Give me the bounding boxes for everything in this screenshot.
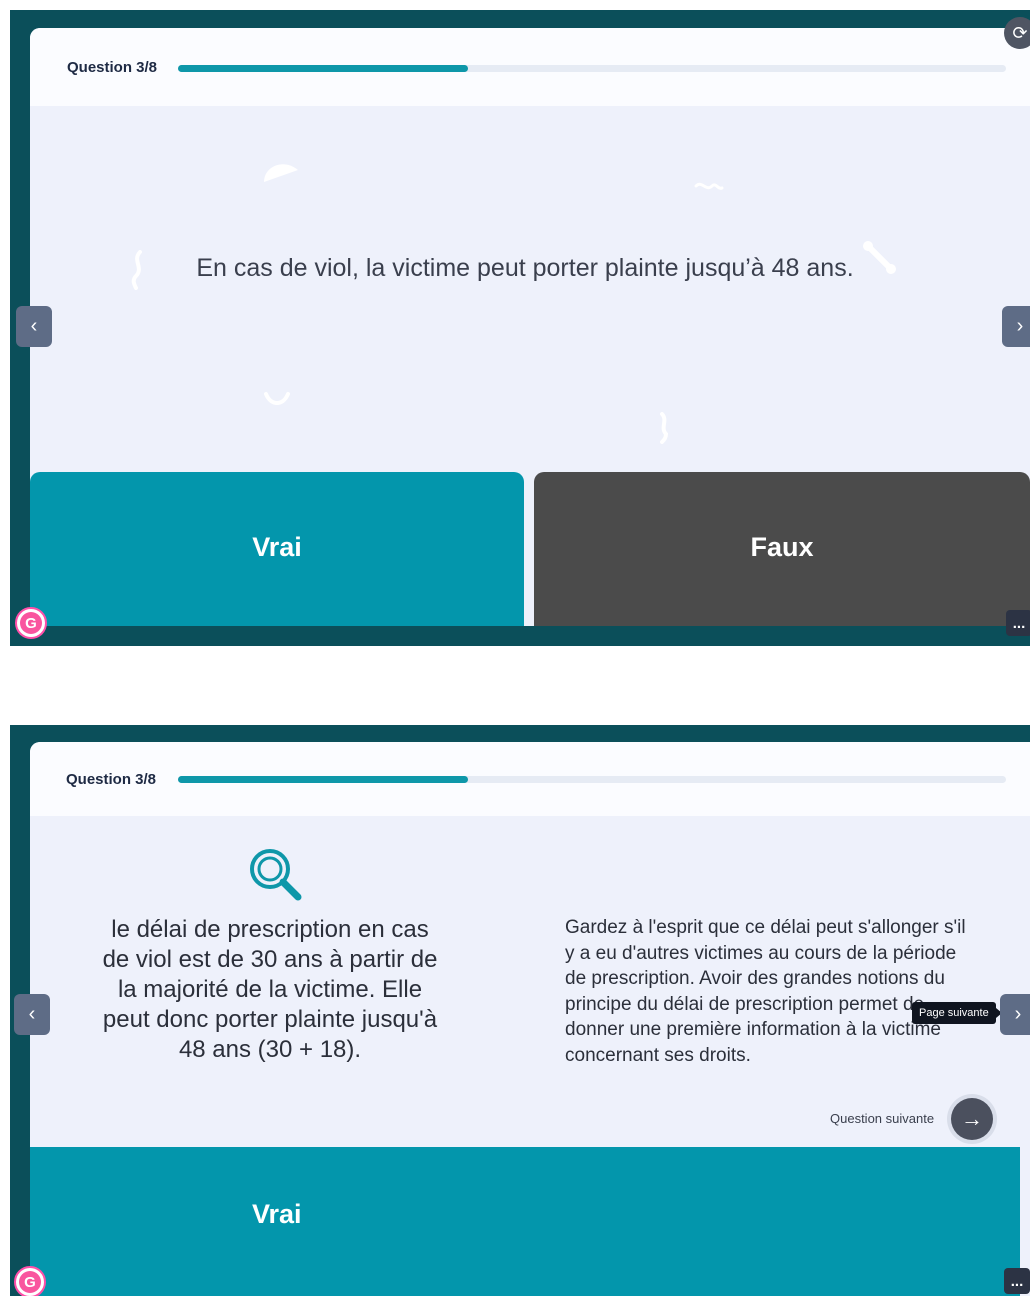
question-panel: Question 3/8 En cas de viol, la victime … — [10, 10, 1030, 646]
fullscreen-button[interactable]: ⟳ — [1004, 17, 1030, 49]
question-statement: En cas de viol, la victime peut porter p… — [196, 254, 854, 282]
question-card: Question 3/8 En cas de viol, la victime … — [30, 28, 1030, 626]
feedback-note: Gardez à l'esprit que ce délai peut s'al… — [565, 917, 966, 1066]
logo-letter: G — [19, 1271, 41, 1293]
answer-false-label: Faux — [750, 532, 814, 562]
next-question-button[interactable]: → — [951, 1098, 993, 1140]
more-options-button[interactable]: ... — [1004, 1268, 1030, 1294]
question-header: Question 3/8 — [30, 28, 1030, 106]
more-dots-icon: ... — [1012, 614, 1026, 632]
more-options-button[interactable]: ... — [1006, 610, 1030, 636]
answer-true-label: Vrai — [252, 532, 302, 562]
progress-bar — [178, 65, 1006, 72]
chevron-right-icon: › — [1016, 315, 1024, 337]
confetti-squiggle-icon — [131, 250, 142, 290]
previous-page-button[interactable]: ‹ — [14, 994, 50, 1035]
question-counter: Question 3/8 — [66, 771, 157, 788]
fullscreen-icon: ⟳ — [1012, 22, 1028, 43]
confetti-blob-icon — [264, 164, 298, 182]
feedback-explanation: le délai de prescription en cas de viol … — [102, 916, 438, 1063]
more-dots-icon: ... — [1010, 1272, 1024, 1290]
magnifier-icon — [250, 849, 302, 901]
confetti-wave-icon — [694, 182, 724, 190]
progress-fill — [178, 65, 468, 72]
chevron-right-icon: › — [1014, 1003, 1022, 1025]
progress-bar — [178, 776, 1006, 783]
confetti-curl-icon — [660, 412, 669, 444]
genially-logo[interactable]: G — [14, 1266, 46, 1296]
answer-true-button[interactable]: Vrai — [30, 1147, 1020, 1296]
next-page-button[interactable]: › — [1002, 306, 1030, 347]
confetti-smile-icon — [264, 392, 290, 405]
arrow-right-icon: → — [961, 1106, 983, 1131]
genially-logo[interactable]: G — [15, 607, 47, 639]
feedback-card: Question 3/8 le délai de prescription en… — [30, 742, 1030, 1296]
question-counter: Question 3/8 — [67, 59, 158, 76]
answer-false-button[interactable]: Faux — [534, 472, 1030, 626]
feedback-panel: Question 3/8 le délai de prescription en… — [10, 725, 1030, 1296]
previous-page-button[interactable]: ‹ — [16, 306, 52, 347]
chevron-left-icon: ‹ — [28, 1003, 36, 1025]
chevron-left-icon: ‹ — [30, 315, 38, 337]
answer-true-button[interactable]: Vrai — [30, 472, 524, 626]
progress-fill — [178, 776, 468, 783]
next-question-label: Question suivante — [830, 1111, 935, 1126]
next-page-tooltip: Page suivante — [912, 1002, 1002, 1024]
answer-true-label: Vrai — [252, 1199, 302, 1229]
next-page-button[interactable]: › — [1000, 994, 1030, 1035]
logo-letter: G — [20, 612, 42, 634]
question-header: Question 3/8 — [30, 742, 1030, 816]
